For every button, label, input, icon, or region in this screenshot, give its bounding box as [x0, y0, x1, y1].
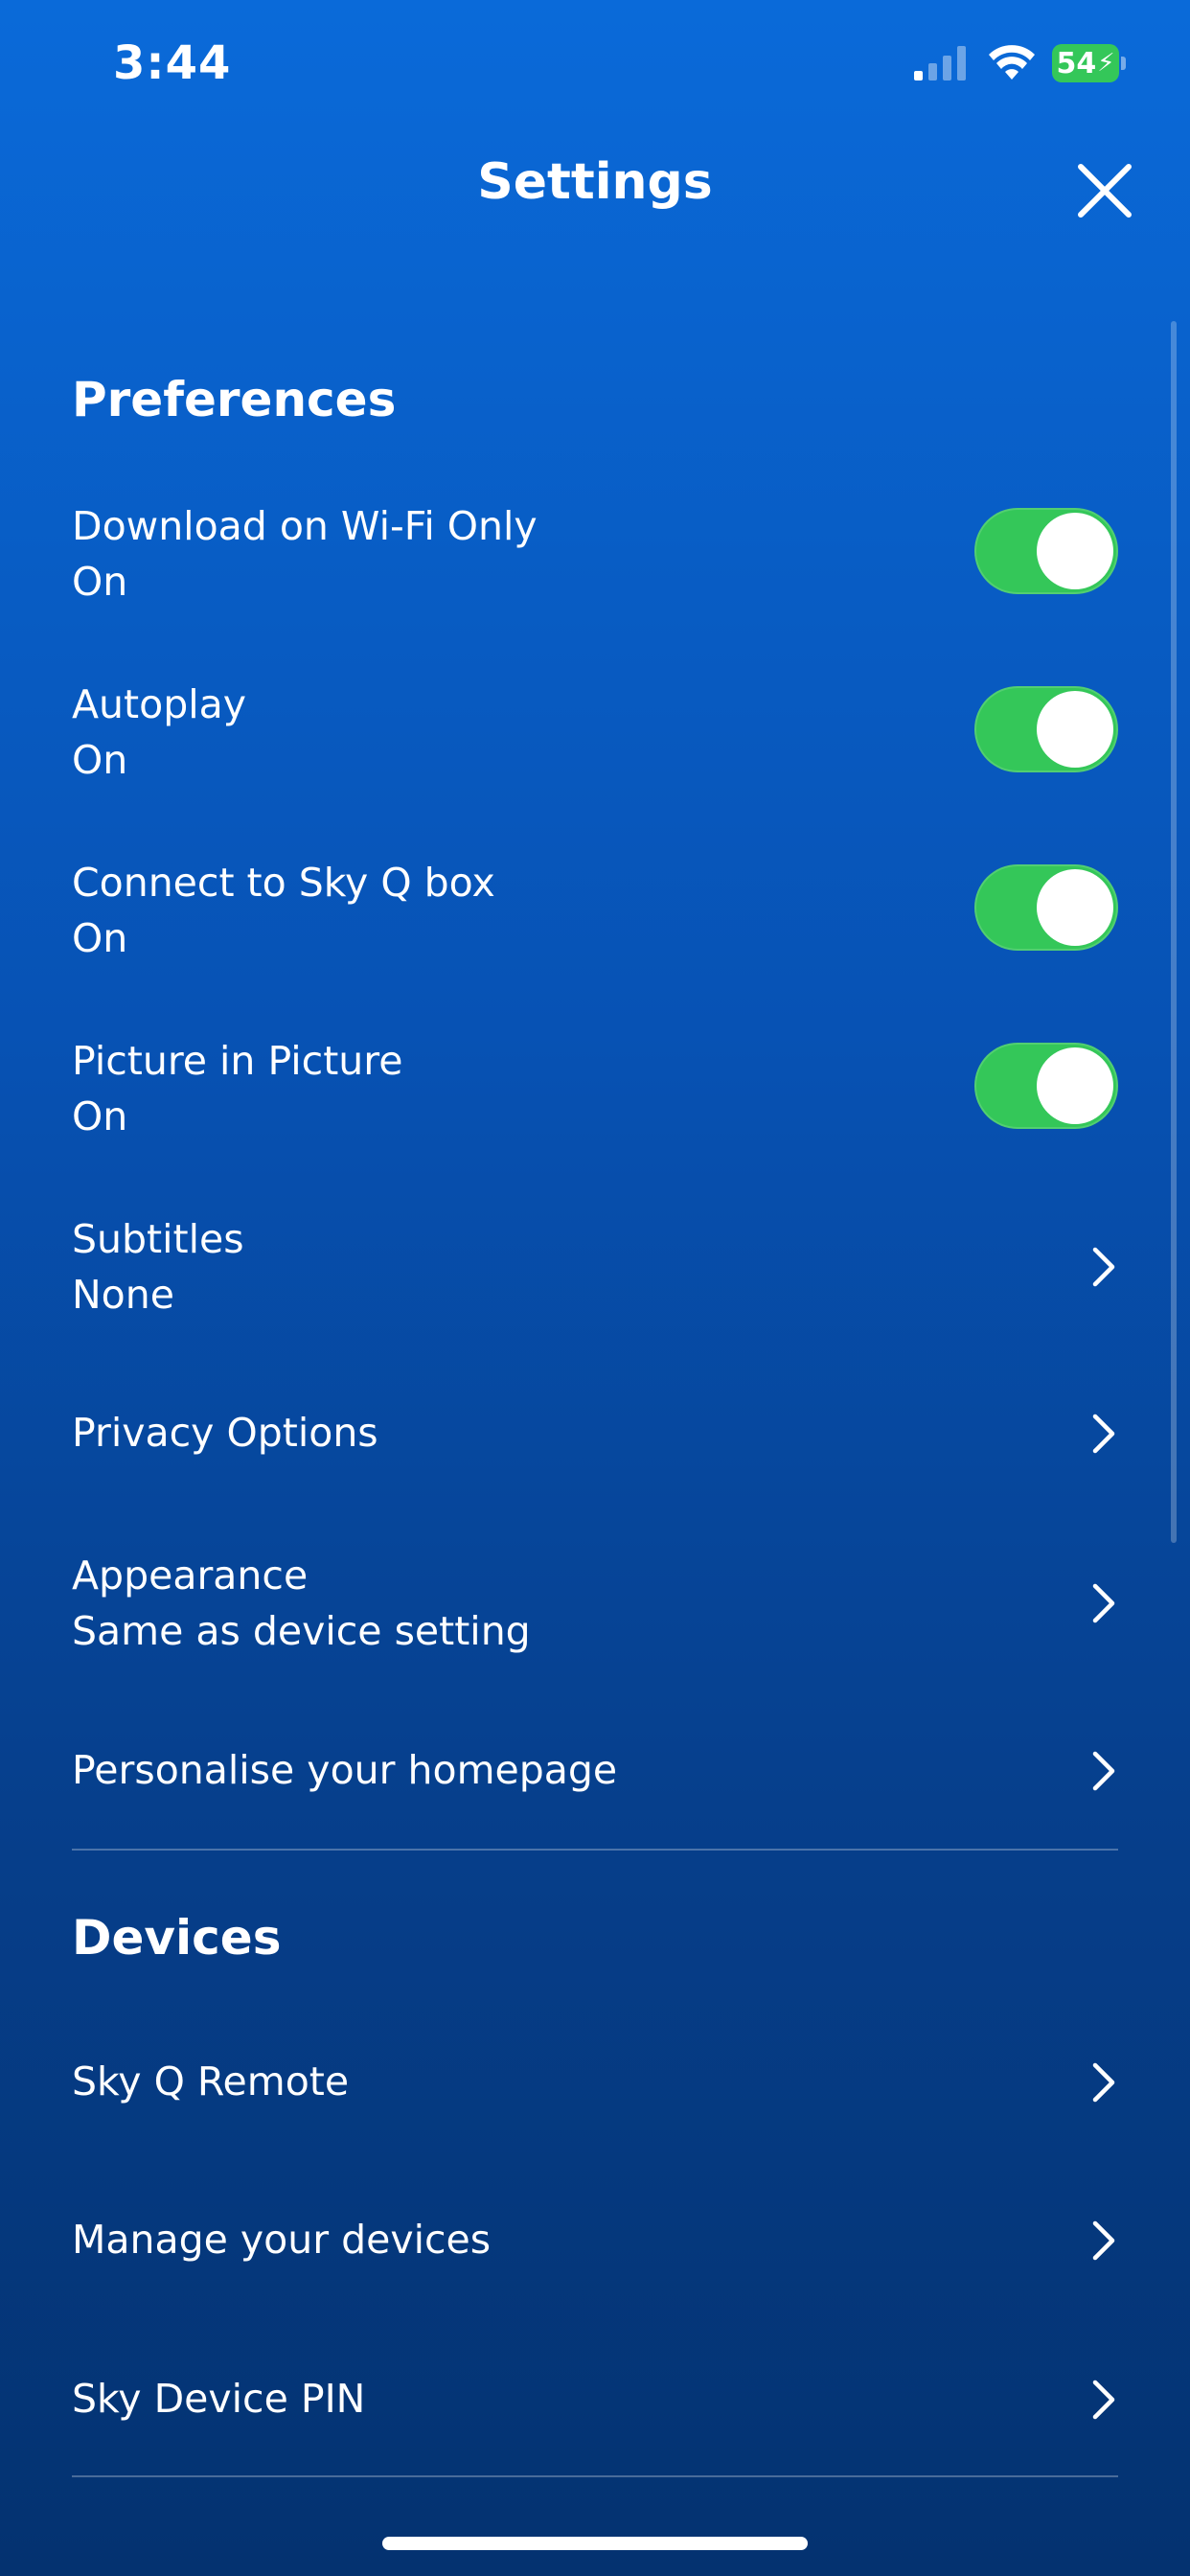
setting-value: On	[72, 1093, 128, 1139]
setting-value: Same as device setting	[72, 1608, 531, 1654]
autoplay-toggle[interactable]	[974, 686, 1118, 772]
chevron-right-icon	[1092, 1583, 1115, 1623]
setting-value: On	[72, 915, 128, 961]
toggle-knob	[1037, 869, 1113, 946]
status-bar: 3:44 54 ⚡	[0, 0, 1190, 134]
setting-value: On	[72, 737, 128, 783]
home-indicator[interactable]	[382, 2537, 808, 2550]
setting-label: Picture in Picture	[72, 1038, 403, 1084]
page-title: Settings	[477, 153, 713, 211]
wifi-only-toggle[interactable]	[974, 508, 1118, 594]
chevron-right-icon	[1092, 1751, 1115, 1791]
setting-autoplay[interactable]: Autoplay On	[72, 677, 1118, 788]
setting-download-wifi-only[interactable]: Download on Wi-Fi Only On	[72, 498, 1118, 610]
battery-charging-icon: 54 ⚡	[1052, 44, 1126, 82]
chevron-right-icon	[1092, 2220, 1115, 2261]
setting-personalise-homepage[interactable]: Personalise your homepage	[72, 1742, 1118, 1800]
section-divider	[72, 1849, 1118, 1851]
toggle-knob	[1037, 513, 1113, 589]
toggle-knob	[1037, 1047, 1113, 1124]
signal-icon	[914, 46, 966, 80]
setting-manage-devices[interactable]: Manage your devices	[72, 2212, 1118, 2269]
setting-value: On	[72, 559, 128, 605]
chevron-right-icon	[1092, 2380, 1115, 2420]
setting-label: Subtitles	[72, 1216, 244, 1262]
setting-label: Manage your devices	[72, 2217, 492, 2263]
setting-label: Connect to Sky Q box	[72, 860, 495, 906]
section-divider	[72, 2475, 1118, 2477]
setting-label: Appearance	[72, 1552, 309, 1598]
setting-appearance[interactable]: Appearance Same as device setting	[72, 1548, 1118, 1659]
setting-label: Autoplay	[72, 681, 246, 727]
battery-cap	[1121, 57, 1126, 70]
setting-label: Sky Q Remote	[72, 2058, 350, 2104]
setting-sky-device-pin[interactable]: Sky Device PIN	[72, 2371, 1118, 2428]
toggle-knob	[1037, 691, 1113, 768]
scrollbar[interactable]	[1171, 321, 1177, 1543]
bolt-icon: ⚡	[1097, 49, 1115, 78]
setting-connect-sky-q-box[interactable]: Connect to Sky Q box On	[72, 855, 1118, 966]
chevron-right-icon	[1092, 2062, 1115, 2103]
setting-label: Sky Device PIN	[72, 2376, 366, 2422]
setting-picture-in-picture[interactable]: Picture in Picture On	[72, 1033, 1118, 1144]
setting-sky-q-remote[interactable]: Sky Q Remote	[72, 2054, 1118, 2111]
setting-value: None	[72, 1272, 174, 1318]
setting-label: Personalise your homepage	[72, 1747, 618, 1793]
chevron-right-icon	[1092, 1247, 1115, 1287]
status-time: 3:44	[113, 36, 232, 90]
chevron-right-icon	[1092, 1414, 1115, 1454]
close-icon[interactable]	[1075, 161, 1134, 220]
section-title-preferences: Preferences	[72, 372, 397, 427]
wifi-icon	[989, 45, 1035, 80]
setting-label: Download on Wi-Fi Only	[72, 503, 538, 549]
sky-q-box-toggle[interactable]	[974, 864, 1118, 951]
section-title-devices: Devices	[72, 1910, 282, 1966]
setting-label: Privacy Options	[72, 1410, 378, 1456]
picture-in-picture-toggle[interactable]	[974, 1043, 1118, 1129]
setting-subtitles[interactable]: Subtitles None	[72, 1211, 1118, 1322]
battery-level: 54 ⚡	[1052, 44, 1119, 82]
setting-privacy-options[interactable]: Privacy Options	[72, 1405, 1118, 1462]
